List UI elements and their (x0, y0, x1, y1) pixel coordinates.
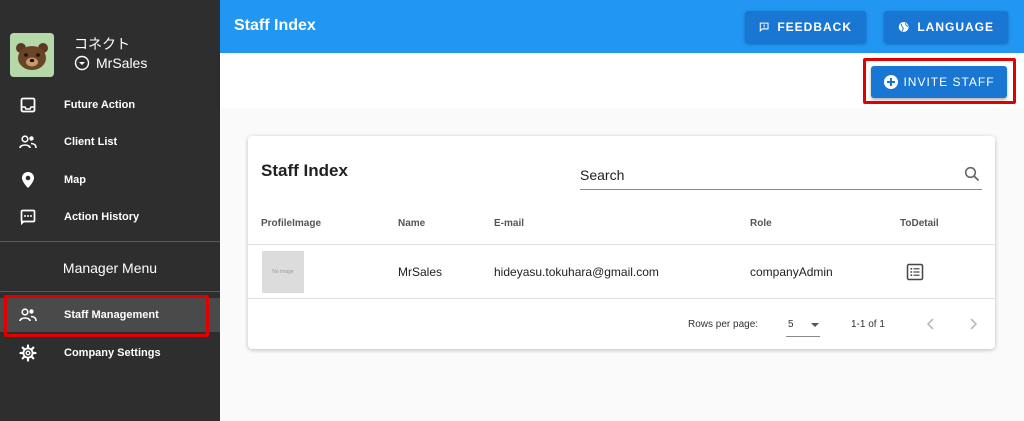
gear-icon (18, 343, 38, 363)
sidebar-item-label: Future Action (64, 99, 136, 111)
column-header-role: Role (750, 218, 772, 229)
sidebar-item-label: Action History (64, 211, 140, 223)
language-button[interactable]: LANGUAGE (884, 11, 1008, 43)
staff-index-card: Staff Index ProfileImage Name E-mail Rol… (248, 136, 995, 349)
profile-image-placeholder: No image (262, 251, 304, 293)
sidebar-item-label: Client List (64, 136, 118, 148)
table-header: ProfileImage Name E-mail Role ToDetail (248, 203, 995, 245)
profile-section: コネクト MrSales (0, 0, 220, 88)
column-header-email: E-mail (494, 218, 525, 229)
cell-name: MrSales (398, 265, 443, 279)
sidebar-item-company-settings[interactable]: Company Settings (0, 336, 220, 370)
pagination-range: 1-1 of 1 (851, 319, 885, 330)
highlight-box (863, 58, 1016, 104)
divider (0, 291, 220, 292)
dropdown-arrow-icon (811, 323, 819, 327)
map-pin-icon (18, 170, 38, 190)
search-icon[interactable] (964, 166, 980, 182)
no-image-text: No image (272, 269, 294, 275)
column-header-name: Name (398, 218, 426, 229)
sidebar-item-action-history[interactable]: Action History (0, 200, 220, 234)
chevron-down-circle-icon (74, 55, 90, 71)
search-field (580, 160, 982, 190)
search-input[interactable] (580, 164, 940, 186)
cell-email: hideyasu.tokuhara@gmail.com (494, 265, 659, 279)
table-row: No image MrSales hideyasu.tokuhara@gmail… (248, 245, 995, 299)
feedback-button[interactable]: FEEDBACK (745, 11, 866, 43)
divider (0, 241, 220, 242)
previous-page-icon[interactable] (922, 315, 940, 333)
people-icon (18, 132, 38, 152)
sidebar-item-future-action[interactable]: Future Action (0, 88, 220, 122)
sidebar-item-map[interactable]: Map (0, 163, 220, 197)
page-title: Staff Index (234, 17, 316, 34)
globe-icon (898, 22, 909, 32)
sidebar-item-label: Map (64, 174, 86, 186)
language-label: LANGUAGE (917, 20, 994, 34)
column-header-to-detail: ToDetail (900, 218, 939, 229)
message-icon (18, 207, 38, 227)
next-page-icon[interactable] (964, 315, 982, 333)
feedback-icon (759, 22, 769, 33)
manager-menu-header: Manager Menu (62, 260, 158, 276)
rows-per-page-select[interactable]: 5 (786, 313, 820, 337)
detail-list-icon[interactable] (906, 263, 924, 281)
inbox-icon (18, 95, 38, 115)
sidebar: コネクト MrSales Future Action Client List M… (0, 0, 220, 421)
card-title: Staff Index (261, 161, 348, 180)
feedback-label: FEEDBACK (777, 20, 852, 34)
column-header-profile-image: ProfileImage (261, 218, 322, 229)
sidebar-item-label: Company Settings (64, 347, 161, 359)
sidebar-item-client-list[interactable]: Client List (0, 125, 220, 159)
highlight-box (4, 295, 209, 337)
cell-role: companyAdmin (750, 265, 833, 279)
user-menu-toggle[interactable]: MrSales (74, 55, 147, 71)
rows-per-page-label: Rows per page: (688, 319, 759, 330)
table-footer: Rows per page: 5 1-1 of 1 (248, 299, 995, 349)
company-name: コネクト (74, 37, 130, 53)
user-name: MrSales (96, 55, 148, 71)
avatar (10, 33, 54, 77)
bear-avatar-icon (10, 33, 54, 77)
rows-per-page-value: 5 (788, 319, 794, 330)
